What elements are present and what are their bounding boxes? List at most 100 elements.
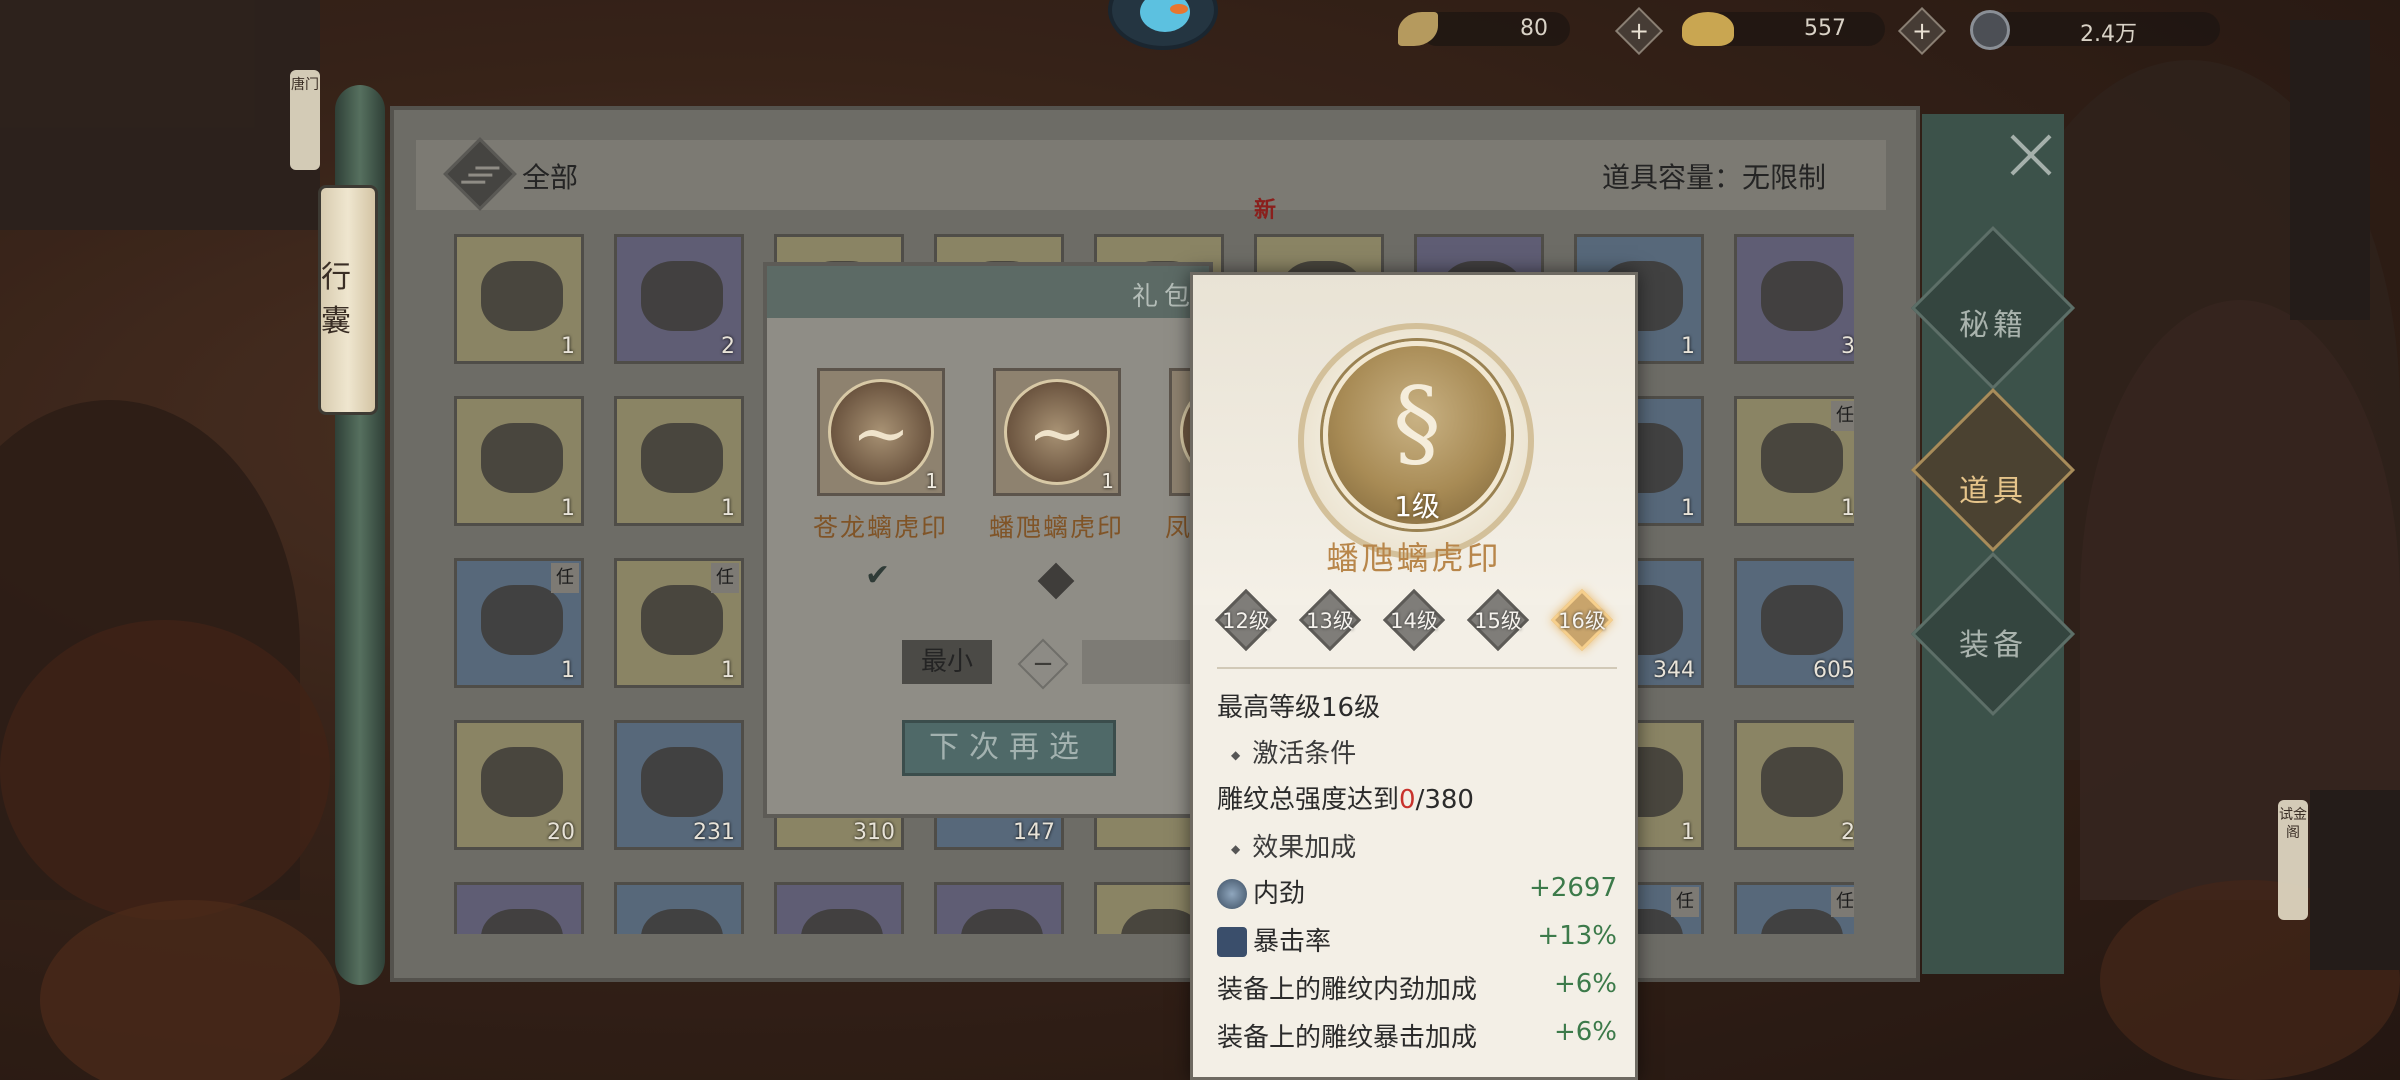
- activation-current: 0: [1399, 785, 1416, 815]
- inventory-item-cell[interactable]: 3: [1734, 234, 1854, 364]
- stat-row-engrave-neijin: 装备上的雕纹内劲加成 +6%: [1217, 969, 1617, 1009]
- tab-equipment-label: 装备: [1959, 628, 2027, 663]
- seal-name: 蟠虺螭虎印: [1326, 539, 1502, 577]
- item-icon: [641, 585, 723, 655]
- stat-row-neijin: 内劲 +2697: [1217, 873, 1617, 913]
- item-count: 1: [721, 658, 735, 683]
- inventory-item-cell[interactable]: 1: [614, 396, 744, 526]
- inventory-item-cell[interactable]: 1: [454, 234, 584, 364]
- item-count: 231: [693, 820, 735, 845]
- item-count: 605: [1813, 658, 1854, 683]
- inventory-item-cell[interactable]: 605: [1734, 558, 1854, 688]
- level-option-12[interactable]: 12级: [1214, 588, 1278, 652]
- item-detail-tooltip: § 1级 蟠虺螭虎印 12级13级14级15级16级 最高等级16级 激活条件 …: [1190, 272, 1638, 1080]
- inventory-item-cell[interactable]: 2: [614, 234, 744, 364]
- level-option-16[interactable]: 16级: [1550, 588, 1614, 652]
- dragon-swirl-icon: §: [1393, 367, 1441, 479]
- level-label: 14级: [1390, 609, 1438, 633]
- level-option-15[interactable]: 15级: [1466, 588, 1530, 652]
- close-button[interactable]: [2004, 130, 2054, 180]
- choose-later-button[interactable]: 下次再选: [902, 720, 1116, 776]
- min-quantity-button[interactable]: 最小: [902, 640, 992, 684]
- inventory-item-cell[interactable]: [454, 882, 584, 934]
- swirl-icon: [1217, 879, 1247, 909]
- checkmark-icon[interactable]: ✔: [865, 558, 890, 593]
- item-icon: [1761, 423, 1843, 493]
- item-count: 1: [561, 334, 575, 359]
- filter-all-label[interactable]: 全部: [522, 156, 578, 196]
- crit-icon: [1217, 927, 1247, 957]
- level-label: 15级: [1474, 609, 1522, 633]
- activation-prefix: 雕纹总强度达到: [1217, 785, 1400, 815]
- seal-option-panhui[interactable]: 1: [993, 368, 1121, 496]
- inventory-item-cell[interactable]: [934, 882, 1064, 934]
- item-count: 1: [1681, 496, 1695, 521]
- level-label: 16级: [1558, 609, 1606, 633]
- level-option-13[interactable]: 13级: [1298, 588, 1362, 652]
- seal-name-feng: 凤: [1165, 513, 1193, 542]
- inventory-item-cell[interactable]: 231: [614, 720, 744, 850]
- inventory-item-cell[interactable]: [774, 882, 904, 934]
- seal-icon: [828, 379, 934, 485]
- task-item-badge: 任: [1831, 401, 1854, 431]
- item-icon: [961, 909, 1043, 934]
- max-level-text: 最高等级16级: [1217, 693, 1381, 723]
- activation-condition: 雕纹总强度达到0/380: [1217, 779, 1474, 816]
- item-icon: [481, 909, 563, 934]
- item-icon: [481, 423, 563, 493]
- task-item-badge: 任: [711, 563, 739, 593]
- task-item-badge: 任: [1831, 887, 1854, 917]
- item-count: 147: [1013, 820, 1055, 845]
- stat-label: 装备上的雕纹暴击加成: [1217, 1023, 1478, 1053]
- unchecked-diamond-icon[interactable]: [1037, 562, 1075, 600]
- seal-icon: [1004, 379, 1110, 485]
- inventory-item-cell[interactable]: 1任: [1734, 396, 1854, 526]
- seal-level: 1级: [1394, 490, 1440, 523]
- new-item-badge: 新: [1254, 197, 1277, 223]
- item-icon: [1761, 747, 1843, 817]
- stamina-value: 80: [1520, 16, 1548, 41]
- tab-items-label: 道具: [1959, 474, 2027, 509]
- item-capacity-text: 道具容量：无限制: [1601, 161, 1826, 194]
- activation-total: /380: [1415, 785, 1474, 815]
- item-count: 1: [561, 496, 575, 521]
- stat-row-engrave-crit: 装备上的雕纹暴击加成 +6%: [1217, 1017, 1617, 1057]
- seal-option-canglong[interactable]: 1: [817, 368, 945, 496]
- seal-count: 1: [1101, 469, 1114, 493]
- map-tag-shijinge[interactable]: 试金阁: [2278, 800, 2308, 920]
- map-tag-tangmen[interactable]: 唐门: [290, 70, 320, 170]
- item-count: 1: [561, 658, 575, 683]
- item-icon: [801, 909, 883, 934]
- activation-title: 激活条件: [1231, 733, 1356, 770]
- stat-label: 装备上的雕纹内劲加成: [1217, 975, 1478, 1005]
- stat-value: +2697: [1529, 873, 1617, 903]
- inventory-scroll-label: 行囊: [321, 260, 351, 339]
- inventory-item-cell[interactable]: [614, 882, 744, 934]
- item-count: 2: [1841, 820, 1854, 845]
- stat-value: +13%: [1537, 921, 1617, 951]
- item-icon: [481, 261, 563, 331]
- minus-icon: −: [1032, 649, 1054, 679]
- seal-count: 1: [925, 469, 938, 493]
- copper-coin-icon: [1970, 10, 2010, 50]
- inventory-item-cell[interactable]: 20: [454, 720, 584, 850]
- inventory-item-cell[interactable]: 任: [1734, 882, 1854, 934]
- coin-value: 2.4万: [2080, 22, 2137, 47]
- item-count: 20: [547, 820, 575, 845]
- inventory-item-cell[interactable]: 1任: [454, 558, 584, 688]
- decrease-quantity-button[interactable]: −: [1017, 638, 1069, 690]
- inventory-item-cell[interactable]: 2: [1734, 720, 1854, 850]
- level-selector: 12级 13级 14级 15级 16级: [1214, 585, 1619, 657]
- tab-secret-books-label: 秘籍: [1959, 308, 2027, 343]
- inventory-item-cell[interactable]: 1任: [614, 558, 744, 688]
- item-icon: [641, 261, 723, 331]
- level-option-14[interactable]: 14级: [1382, 588, 1446, 652]
- stat-value: +6%: [1553, 969, 1617, 999]
- item-icon: [641, 909, 723, 934]
- item-count: 2: [721, 334, 735, 359]
- item-count: 1: [1841, 496, 1854, 521]
- level-label: 13级: [1306, 609, 1354, 633]
- item-count: 3: [1841, 334, 1854, 359]
- inventory-scroll-tab[interactable]: 行囊: [318, 185, 378, 415]
- inventory-item-cell[interactable]: 1: [454, 396, 584, 526]
